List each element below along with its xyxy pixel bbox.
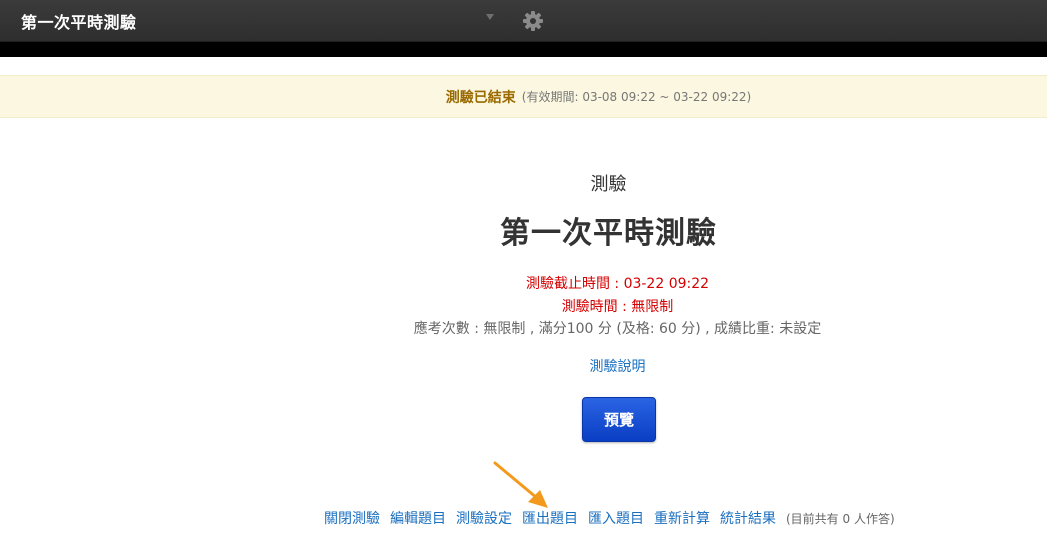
quiz-deadline: 測驗截止時間 : 03-22 09:22 bbox=[525, 276, 710, 292]
header-divider bbox=[0, 42, 1047, 57]
quiz-attempts-info: 應考次數 : 無限制 , 滿分100 分 (及格: 60 分) , 成績比重: … bbox=[413, 321, 822, 337]
status-notice: 測驗已結束 (有效期間: 03-08 09:22 ~ 03-22 09:22) bbox=[0, 75, 1047, 118]
arrow-annotation-icon bbox=[493, 461, 548, 508]
close-quiz-link[interactable]: 關閉測驗 bbox=[324, 508, 380, 528]
top-bar: 第一次平時測驗 bbox=[0, 0, 1047, 42]
respondent-count: (目前共有 0 人作答) bbox=[786, 512, 895, 526]
app-title: 第一次平時測驗 bbox=[21, 13, 137, 32]
quiz-actions: 關閉測驗 編輯題目 測驗設定 匯出題目 匯入題目 重新計算 統計結果 (目前共有… bbox=[324, 508, 895, 528]
recalculate-link[interactable]: 重新計算 bbox=[654, 508, 710, 528]
preview-button[interactable]: 預覽 bbox=[582, 397, 656, 442]
quiz-period: (有效期間: 03-08 09:22 ~ 03-22 09:22) bbox=[521, 90, 752, 104]
quiz-type-label: 測驗 bbox=[590, 174, 627, 195]
export-questions-link[interactable]: 匯出題目 bbox=[522, 508, 578, 528]
spacer bbox=[0, 57, 1047, 75]
stats-link[interactable]: 統計結果 bbox=[720, 508, 776, 528]
quiz-status: 測驗已結束 bbox=[445, 89, 516, 106]
import-questions-link[interactable]: 匯入題目 bbox=[588, 508, 644, 528]
page-title: 第一次平時測驗 bbox=[500, 216, 717, 251]
quiz-duration: 測驗時間 : 無限制 bbox=[561, 299, 674, 315]
gear-icon[interactable] bbox=[520, 8, 546, 34]
quiz-settings-link[interactable]: 測驗設定 bbox=[456, 508, 512, 528]
edit-questions-link[interactable]: 編輯題目 bbox=[390, 508, 446, 528]
chevron-down-icon[interactable] bbox=[486, 14, 494, 20]
quiz-description-link[interactable]: 測驗說明 bbox=[94, 356, 1047, 376]
